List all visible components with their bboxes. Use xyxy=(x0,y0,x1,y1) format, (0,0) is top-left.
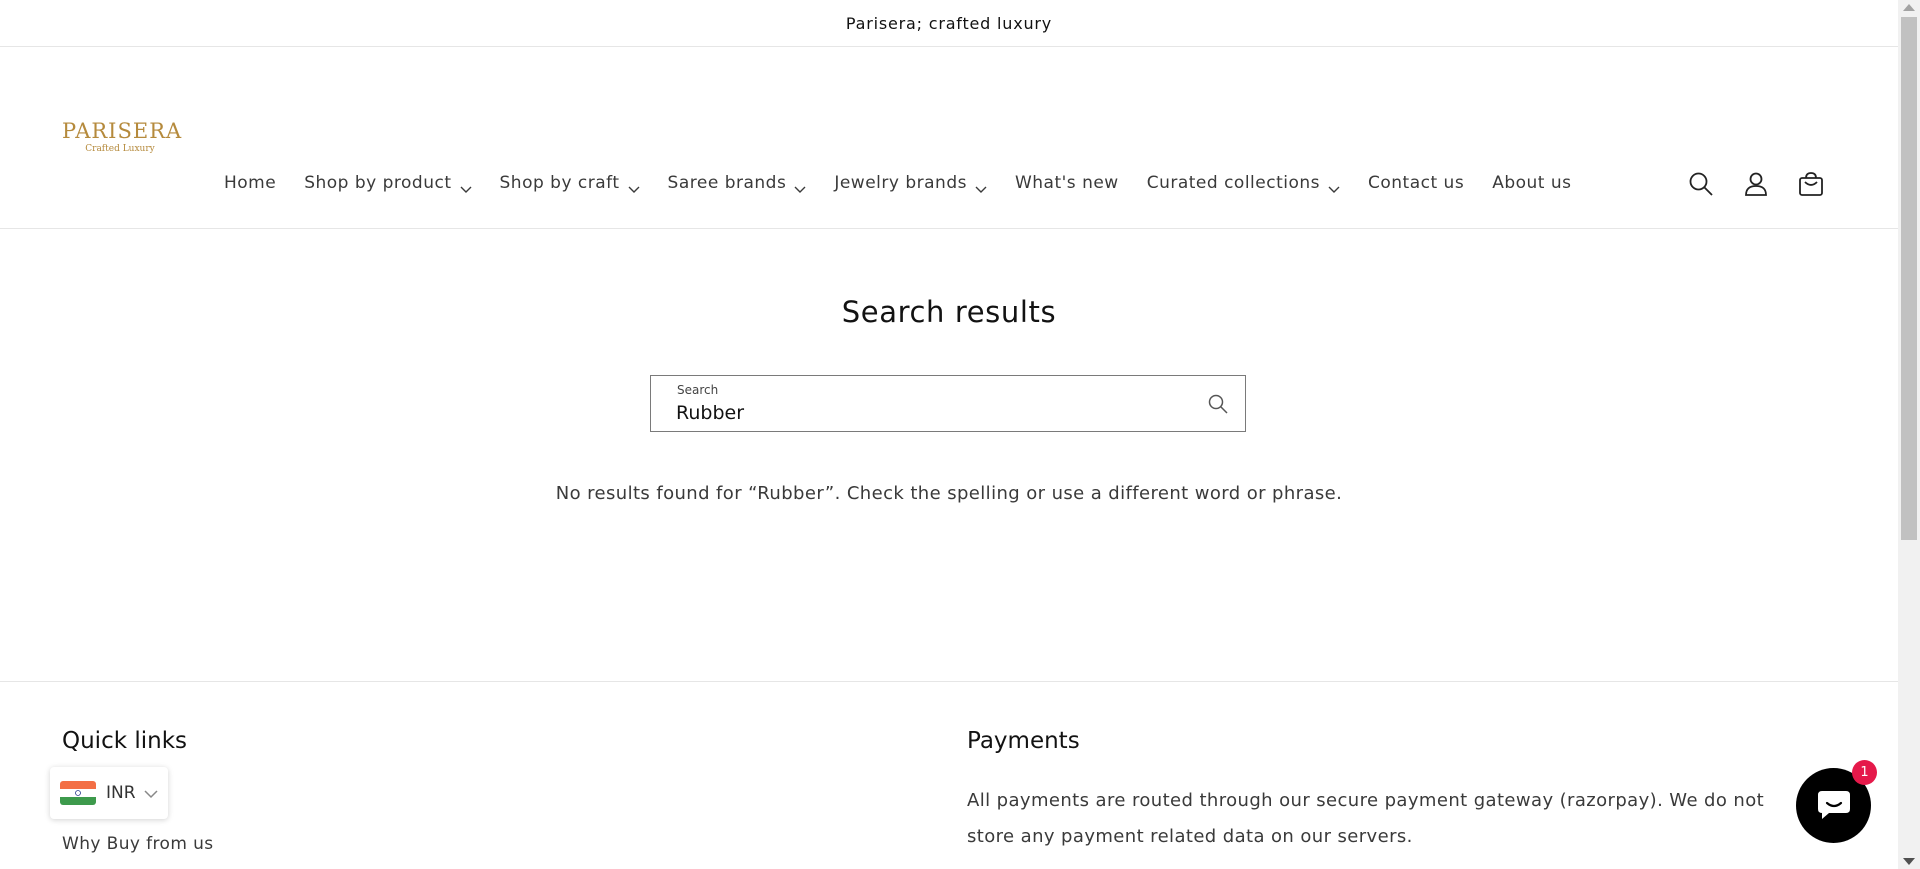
scrollbar[interactable] xyxy=(1898,0,1920,869)
quick-links-heading: Quick links xyxy=(62,728,188,754)
search-label: Search xyxy=(677,383,719,397)
footer-divider xyxy=(0,681,1898,682)
nav-item-label: About us xyxy=(1492,173,1572,193)
payments-text: All payments are routed through our secu… xyxy=(967,790,1765,847)
nav-item-shop-by-craft[interactable]: Shop by craft xyxy=(486,163,654,203)
nav-item-label: Saree brands xyxy=(667,173,787,193)
chevron-down-icon xyxy=(1328,179,1340,193)
logo[interactable]: PARISERA Crafted Luxury xyxy=(62,119,183,163)
account-icon[interactable] xyxy=(1728,164,1783,204)
chevron-down-icon xyxy=(975,179,987,193)
logo-tagline: Crafted Luxury xyxy=(85,144,155,154)
page-title: Search results xyxy=(841,295,1057,329)
nav-item-contact-us[interactable]: Contact us xyxy=(1354,163,1478,203)
site-header: PARISERA Crafted Luxury Home Shop by prod… xyxy=(0,47,1898,229)
header-icons xyxy=(1673,164,1838,204)
nav-item-curated-collections[interactable]: Curated collections xyxy=(1133,163,1354,203)
scroll-down-arrow[interactable] xyxy=(1903,858,1915,865)
chevron-down-icon xyxy=(460,179,472,193)
logo-name: PARISERA xyxy=(62,119,183,143)
nav-item-label: Curated collections xyxy=(1146,173,1321,193)
chevron-down-icon xyxy=(794,179,806,193)
nav-item-label: Jewelry brands xyxy=(834,173,967,193)
india-flag-icon xyxy=(60,781,96,805)
nav-item-home[interactable]: Home xyxy=(210,163,290,203)
search-input[interactable] xyxy=(676,399,1156,427)
no-results-message: No results found for “Rubber”. Check the… xyxy=(555,483,1343,504)
search-icon[interactable] xyxy=(1673,164,1728,204)
nav-item-label: Shop by craft xyxy=(499,173,620,193)
payments-heading: Payments xyxy=(967,728,1080,754)
footer-link-why-buy[interactable]: Why Buy from us xyxy=(62,834,214,854)
nav-item-saree-brands[interactable]: Saree brands xyxy=(654,163,821,203)
nav-item-about-us[interactable]: About us xyxy=(1478,163,1585,203)
chevron-down-icon xyxy=(628,179,640,193)
scroll-thumb[interactable] xyxy=(1901,17,1917,540)
nav-item-jewelry-brands[interactable]: Jewelry brands xyxy=(820,163,1001,203)
announcement-text: Parisera; crafted luxury xyxy=(845,13,1053,33)
currency-code: INR xyxy=(106,783,136,803)
nav-item-what-s-new[interactable]: What's new xyxy=(1001,163,1133,203)
currency-selector[interactable]: INR xyxy=(50,767,168,819)
chat-icon xyxy=(1816,787,1852,825)
nav-item-label: What's new xyxy=(1014,173,1119,193)
announcement-bar: Parisera; crafted luxury xyxy=(0,0,1898,47)
nav-item-label: Contact us xyxy=(1368,173,1465,193)
cart-icon[interactable] xyxy=(1783,164,1838,204)
search-field[interactable]: Search xyxy=(650,375,1246,432)
search-submit-icon[interactable] xyxy=(1203,389,1233,419)
nav-item-label: Shop by product xyxy=(304,173,452,193)
chevron-down-icon xyxy=(144,784,158,803)
chat-notification-badge: 1 xyxy=(1852,760,1877,785)
scroll-up-arrow[interactable] xyxy=(1903,4,1915,11)
nav-item-label: Home xyxy=(224,173,277,193)
nav-item-shop-by-product[interactable]: Shop by product xyxy=(290,163,485,203)
main-nav: Home Shop by product Shop by craft Saree br… xyxy=(210,163,1586,203)
